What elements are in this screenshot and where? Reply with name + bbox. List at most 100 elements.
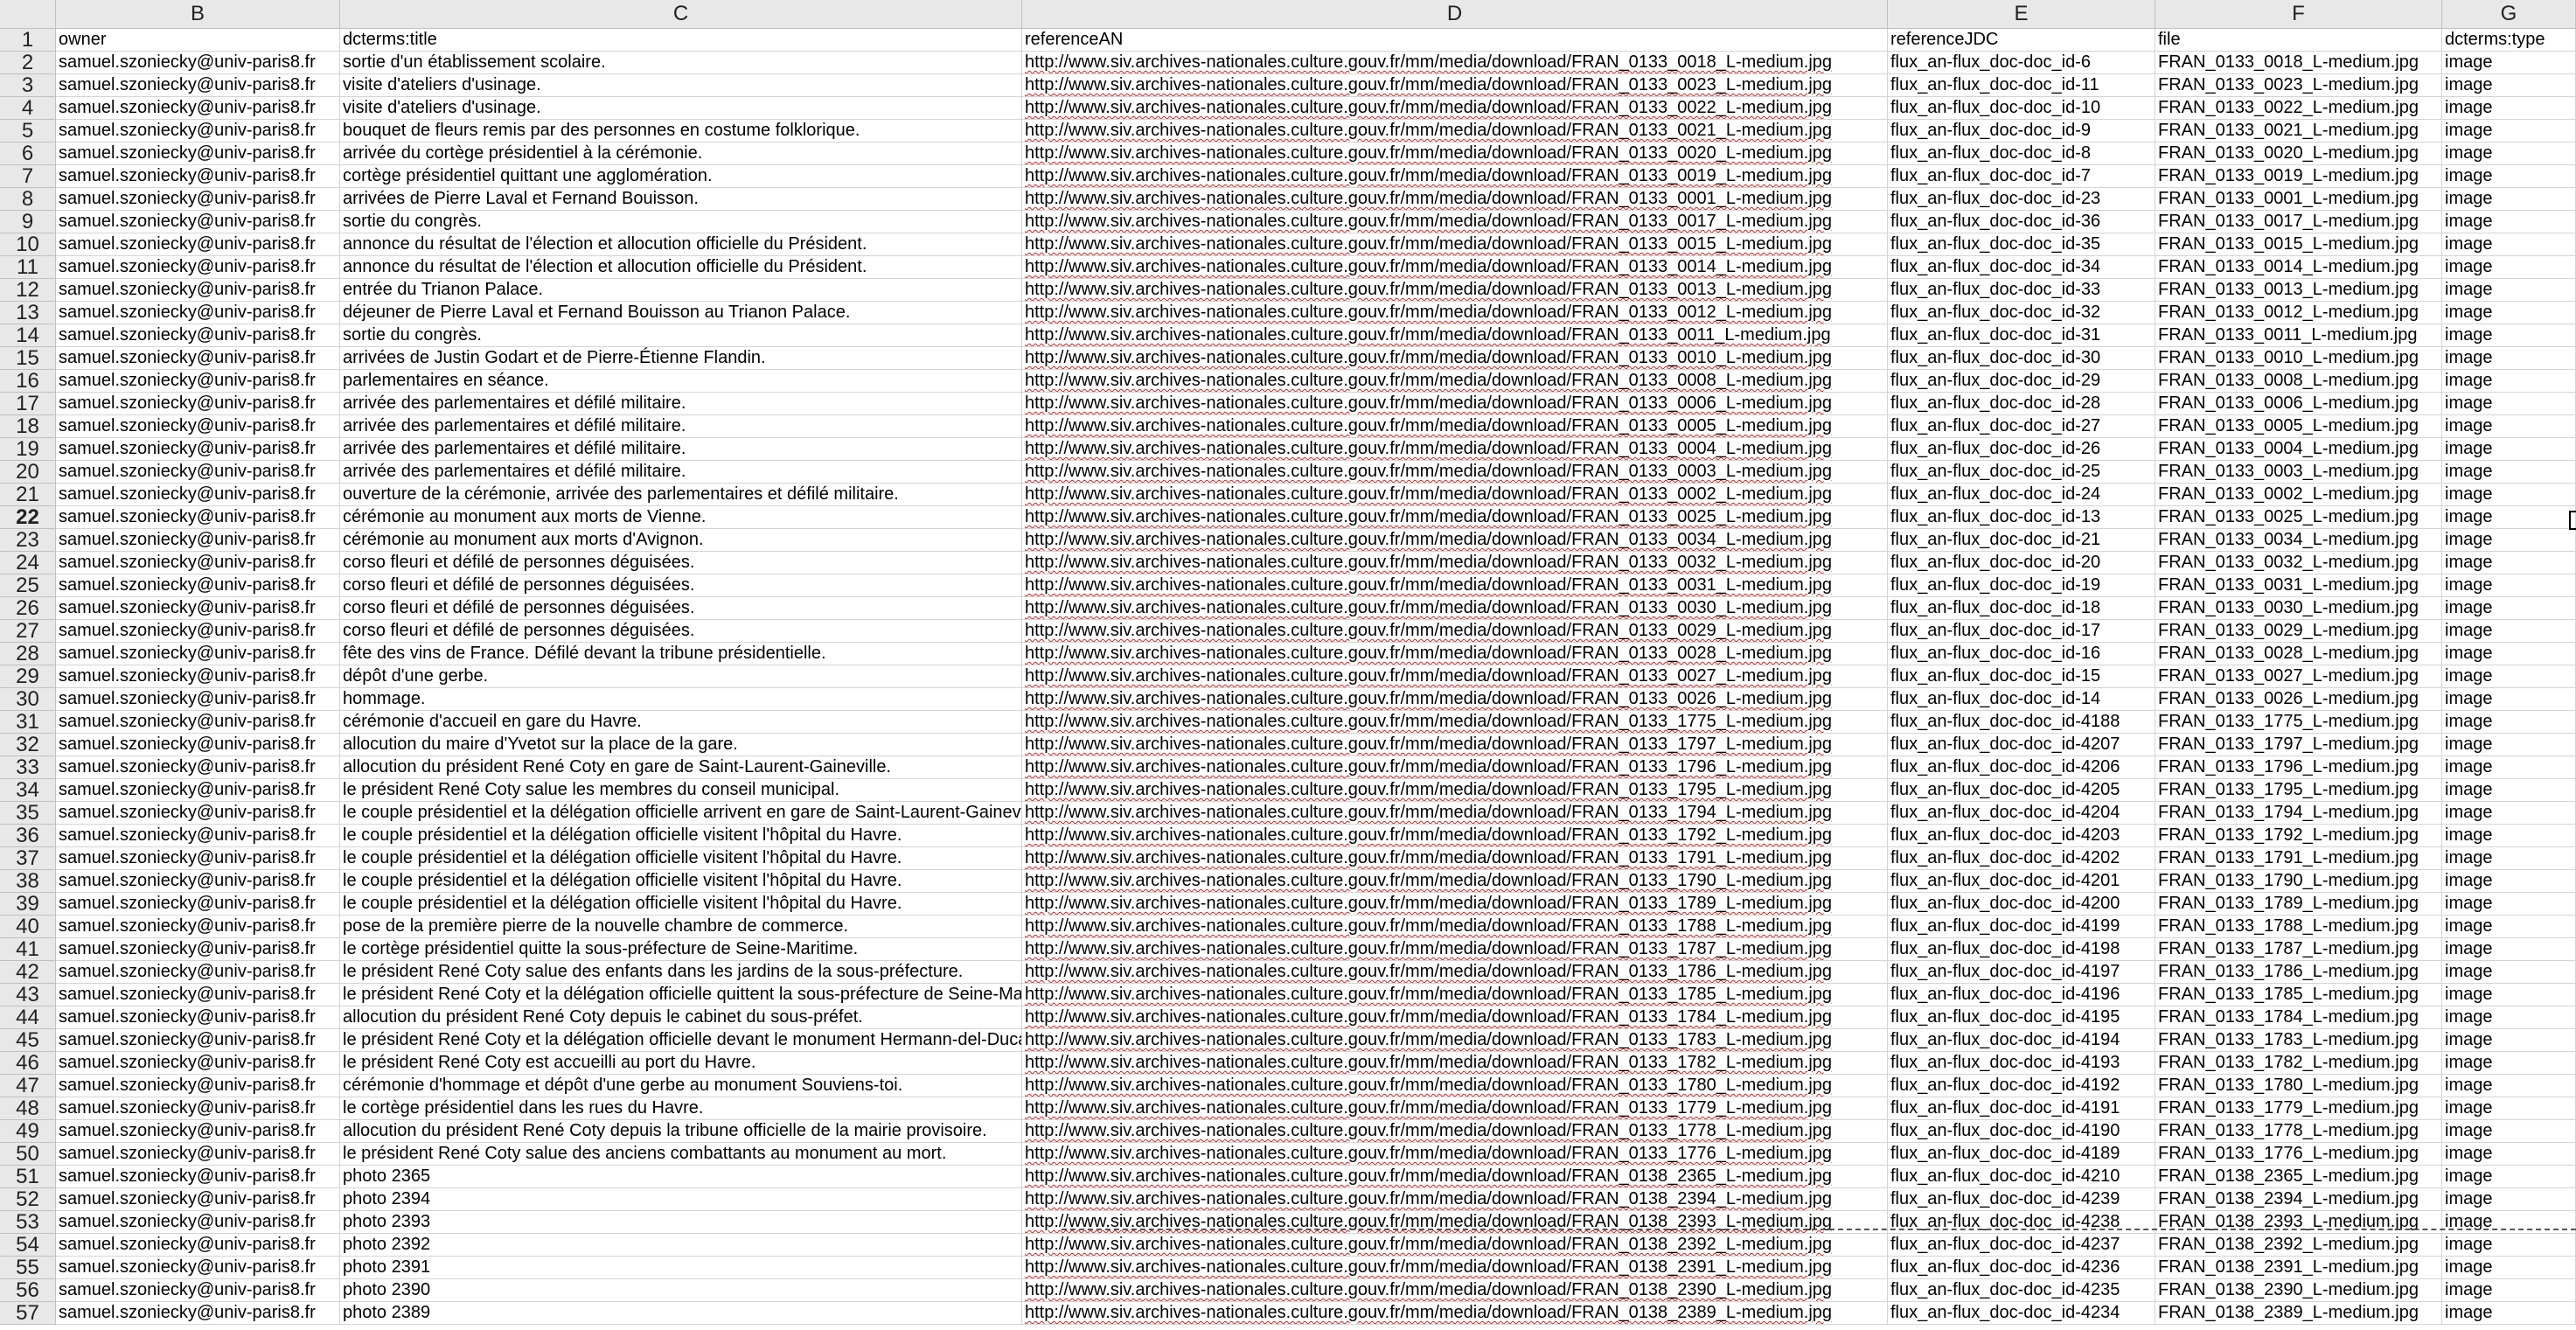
cell-b[interactable]: samuel.szoniecky@univ-paris8.fr [56,415,340,438]
cell-b[interactable]: samuel.szoniecky@univ-paris8.fr [56,779,340,802]
cell-c[interactable]: parlementaires en séance. [340,370,1022,393]
cell-e[interactable]: flux_an-flux_doc-doc_id-4207 [1888,734,2155,756]
row-header[interactable]: 46 [0,1051,56,1075]
cell-c[interactable]: déjeuner de Pierre Laval et Fernand Boui… [340,302,1022,324]
cell-f[interactable]: FRAN_0133_1794_L-medium.jpg [2155,802,2442,825]
cell-b[interactable]: samuel.szoniecky@univ-paris8.fr [56,756,340,779]
cell-f[interactable]: FRAN_0138_2391_L-medium.jpg [2155,1257,2442,1279]
cell-b[interactable]: samuel.szoniecky@univ-paris8.fr [56,211,340,233]
row-header[interactable]: 34 [0,778,56,802]
row-header[interactable]: 19 [0,437,56,461]
cell-b[interactable]: samuel.szoniecky@univ-paris8.fr [56,256,340,279]
cell-b[interactable]: samuel.szoniecky@univ-paris8.fr [56,165,340,188]
cell-d[interactable]: http://www.siv.archives-nationales.cultu… [1022,1302,1888,1325]
cell-g[interactable]: image [2442,370,2576,393]
cell-d[interactable]: http://www.siv.archives-nationales.cultu… [1022,893,1888,916]
cell-b[interactable]: samuel.szoniecky@univ-paris8.fr [56,1120,340,1143]
cell-f[interactable]: FRAN_0133_0014_L-medium.jpg [2155,256,2442,279]
cell-d[interactable]: http://www.siv.archives-nationales.cultu… [1022,643,1888,665]
cell-f[interactable]: FRAN_0133_1789_L-medium.jpg [2155,893,2442,916]
cell-d[interactable]: http://www.siv.archives-nationales.cultu… [1022,802,1888,825]
cell-g[interactable]: image [2442,52,2576,74]
cell-c[interactable]: ouverture de la cérémonie, arrivée des p… [340,484,1022,506]
cell-b[interactable]: samuel.szoniecky@univ-paris8.fr [56,52,340,74]
cell-e[interactable]: flux_an-flux_doc-doc_id-32 [1888,302,2155,324]
cell-b[interactable]: samuel.szoniecky@univ-paris8.fr [56,893,340,916]
row-header[interactable]: 1 [0,28,56,52]
cell-b[interactable]: samuel.szoniecky@univ-paris8.fr [56,665,340,688]
cell-e[interactable]: flux_an-flux_doc-doc_id-4238 [1888,1211,2155,1234]
cell-c[interactable]: le couple présidentiel et la délégation … [340,847,1022,870]
cell-e[interactable]: flux_an-flux_doc-doc_id-9 [1888,120,2155,143]
cell-d[interactable]: http://www.siv.archives-nationales.cultu… [1022,734,1888,756]
row-header[interactable]: 21 [0,483,56,506]
cell-c[interactable]: cérémonie d'accueil en gare du Havre. [340,711,1022,734]
cell-f[interactable]: FRAN_0133_1779_L-medium.jpg [2155,1097,2442,1120]
cell-b[interactable]: samuel.szoniecky@univ-paris8.fr [56,74,340,97]
cell-g[interactable]: image [2442,825,2576,847]
row-header[interactable]: 12 [0,278,56,302]
cell-c[interactable]: dcterms:title [340,29,1022,52]
cell-f[interactable]: FRAN_0133_1796_L-medium.jpg [2155,756,2442,779]
cell-c[interactable]: arrivées de Justin Godart et de Pierre-É… [340,347,1022,370]
row-header[interactable]: 15 [0,346,56,370]
cell-e[interactable]: flux_an-flux_doc-doc_id-4195 [1888,1006,2155,1029]
cell-d[interactable]: http://www.siv.archives-nationales.cultu… [1022,233,1888,256]
cell-b[interactable]: samuel.szoniecky@univ-paris8.fr [56,324,340,347]
cell-e[interactable]: flux_an-flux_doc-doc_id-4196 [1888,984,2155,1006]
cell-d[interactable]: http://www.siv.archives-nationales.cultu… [1022,529,1888,552]
cell-g[interactable]: image [2442,1143,2576,1166]
cell-b[interactable]: samuel.szoniecky@univ-paris8.fr [56,1052,340,1075]
cell-f[interactable]: FRAN_0133_0005_L-medium.jpg [2155,415,2442,438]
row-header[interactable]: 6 [0,142,56,165]
cell-g[interactable]: image [2442,938,2576,961]
select-all-corner[interactable] [0,0,56,29]
cell-d[interactable]: http://www.siv.archives-nationales.cultu… [1022,1006,1888,1029]
cell-b[interactable]: samuel.szoniecky@univ-paris8.fr [56,643,340,665]
cell-g[interactable]: image [2442,233,2576,256]
cell-e[interactable]: flux_an-flux_doc-doc_id-25 [1888,461,2155,484]
row-header[interactable]: 36 [0,824,56,847]
cell-g[interactable]: image [2442,1257,2576,1279]
row-header[interactable]: 24 [0,551,56,574]
cell-b[interactable]: samuel.szoniecky@univ-paris8.fr [56,484,340,506]
cell-b[interactable]: samuel.szoniecky@univ-paris8.fr [56,1211,340,1234]
cell-b[interactable]: samuel.szoniecky@univ-paris8.fr [56,984,340,1006]
cell-f[interactable]: FRAN_0133_0025_L-medium.jpg [2155,506,2442,529]
cell-d[interactable]: http://www.siv.archives-nationales.cultu… [1022,165,1888,188]
cell-g[interactable]: image [2442,143,2576,165]
cell-e[interactable]: flux_an-flux_doc-doc_id-4237 [1888,1234,2155,1257]
cell-g[interactable]: image [2442,1166,2576,1188]
cell-b[interactable]: samuel.szoniecky@univ-paris8.fr [56,302,340,324]
cell-b[interactable]: samuel.szoniecky@univ-paris8.fr [56,1188,340,1211]
cell-f[interactable]: FRAN_0138_2390_L-medium.jpg [2155,1279,2442,1302]
cell-b[interactable]: samuel.szoniecky@univ-paris8.fr [56,347,340,370]
cell-e[interactable]: flux_an-flux_doc-doc_id-16 [1888,643,2155,665]
cell-g[interactable]: image [2442,711,2576,734]
cell-c[interactable]: photo 2365 [340,1166,1022,1188]
cell-g[interactable]: image [2442,506,2576,529]
cell-e[interactable]: flux_an-flux_doc-doc_id-4198 [1888,938,2155,961]
cell-c[interactable]: annonce du résultat de l'élection et all… [340,233,1022,256]
cell-g[interactable]: image [2442,597,2576,620]
cell-c[interactable]: le couple présidentiel et la délégation … [340,802,1022,825]
cell-e[interactable]: flux_an-flux_doc-doc_id-35 [1888,233,2155,256]
cell-g[interactable]: image [2442,620,2576,643]
cell-e[interactable]: flux_an-flux_doc-doc_id-8 [1888,143,2155,165]
row-header[interactable]: 5 [0,119,56,143]
cell-g[interactable]: image [2442,97,2576,120]
cell-e[interactable]: flux_an-flux_doc-doc_id-4193 [1888,1052,2155,1075]
cell-f[interactable]: FRAN_0133_0017_L-medium.jpg [2155,211,2442,233]
cell-e[interactable]: flux_an-flux_doc-doc_id-34 [1888,256,2155,279]
cell-f[interactable]: FRAN_0138_2389_L-medium.jpg [2155,1302,2442,1325]
cell-e[interactable]: flux_an-flux_doc-doc_id-4190 [1888,1120,2155,1143]
cell-g[interactable]: image [2442,574,2576,597]
row-header[interactable]: 4 [0,96,56,120]
cell-e[interactable]: flux_an-flux_doc-doc_id-15 [1888,665,2155,688]
row-header[interactable]: 39 [0,892,56,916]
cell-g[interactable]: image [2442,961,2576,984]
cell-g[interactable]: image [2442,188,2576,211]
cell-b[interactable]: samuel.szoniecky@univ-paris8.fr [56,461,340,484]
cell-d[interactable]: http://www.siv.archives-nationales.cultu… [1022,552,1888,574]
cell-d[interactable]: http://www.siv.archives-nationales.cultu… [1022,279,1888,302]
